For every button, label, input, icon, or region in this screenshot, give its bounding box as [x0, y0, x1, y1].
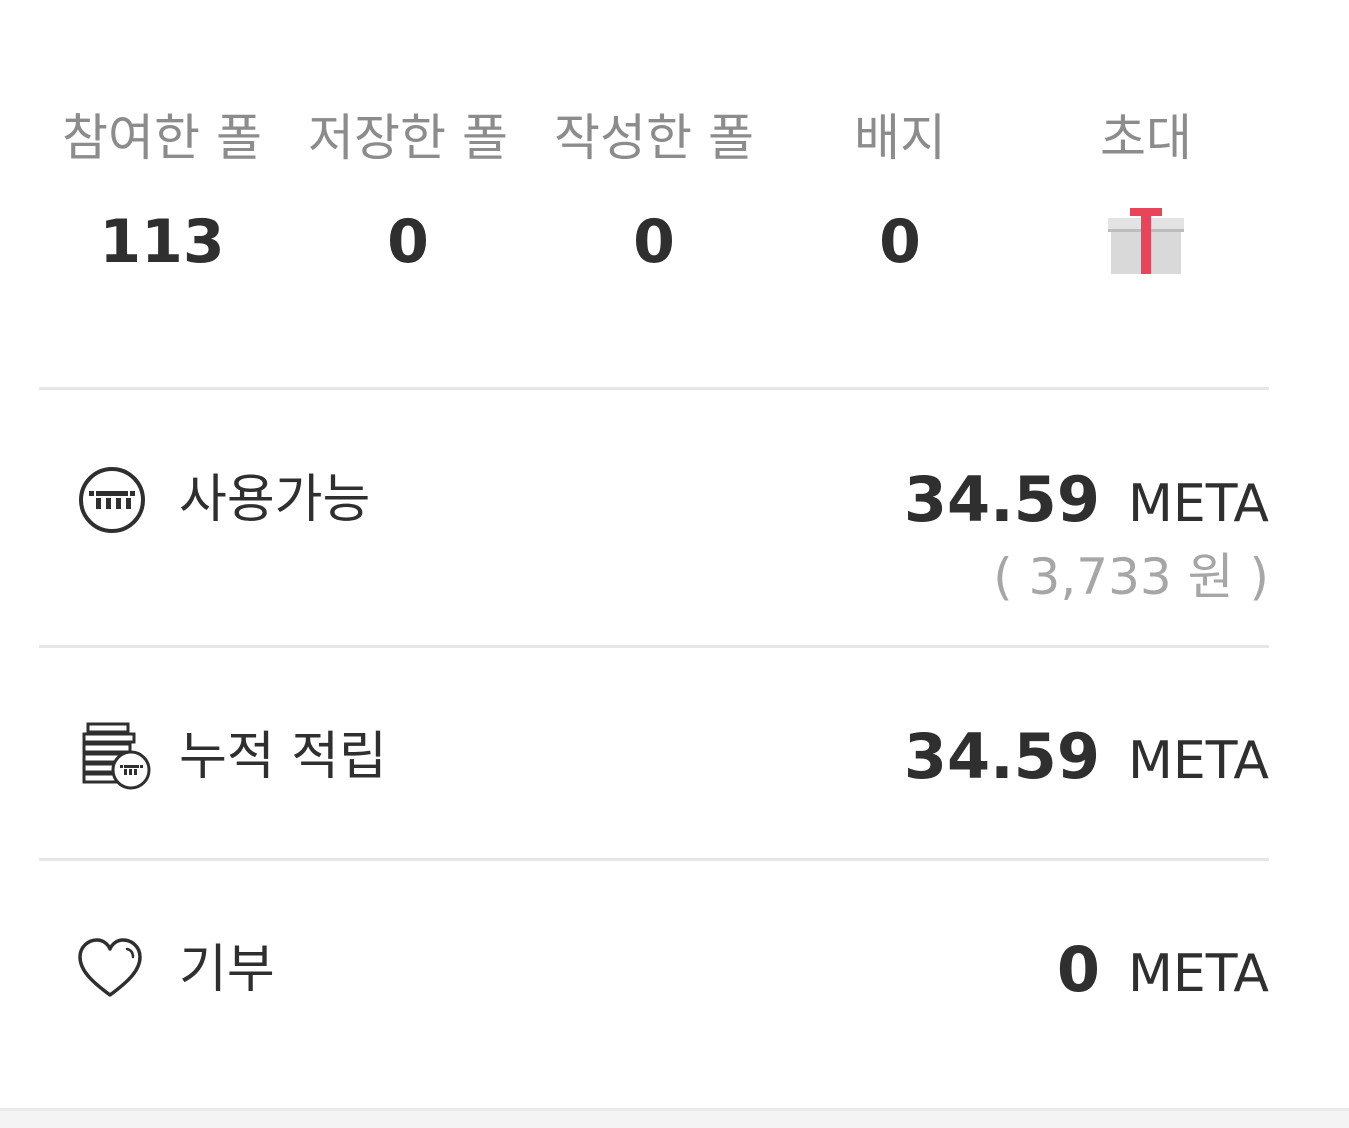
stat-saved-polls[interactable]: 저장한 폴 0 — [285, 100, 531, 280]
stats-header: 참여한 폴 113 저장한 폴 0 작성한 폴 0 배지 0 초대 — [39, 0, 1269, 390]
krw-equivalent: ( 3,733 원 ) — [993, 548, 1269, 606]
divider — [39, 645, 1269, 648]
stat-value: 0 — [387, 207, 429, 277]
available-label: 사용가능 — [179, 470, 371, 530]
amount-unit: META — [1127, 474, 1269, 534]
amount-value: 0 — [1056, 933, 1100, 1006]
accumulated-row[interactable]: 누적 적립 34.59 META — [39, 722, 1269, 802]
amount-value: 34.59 — [903, 463, 1100, 536]
divider — [39, 858, 1269, 861]
coin-stack-icon — [81, 722, 153, 796]
available-balance-row[interactable]: 사용가능 34.59 META ( 3,733 원 ) — [39, 465, 1269, 615]
wallet-profile-page: 참여한 폴 113 저장한 폴 0 작성한 폴 0 배지 0 초대 사용가능 3… — [0, 0, 1349, 1128]
donation-amount: 0 META — [1057, 935, 1269, 1021]
accumulated-label: 누적 적립 — [179, 727, 387, 787]
stat-value: 113 — [99, 207, 225, 277]
amount-value: 34.59 — [903, 720, 1100, 793]
stat-value: 0 — [633, 207, 675, 277]
donation-row[interactable]: 기부 0 META — [39, 935, 1269, 1015]
stat-label: 참여한 폴 — [62, 109, 262, 167]
stat-participated-polls[interactable]: 참여한 폴 113 — [39, 100, 285, 280]
heart-icon — [77, 937, 143, 1003]
bottom-separator — [0, 1108, 1349, 1128]
stat-badges[interactable]: 배지 0 — [777, 100, 1023, 280]
available-amount: 34.59 META — [904, 465, 1269, 551]
stat-label: 저장한 폴 — [308, 109, 508, 167]
stat-label: 작성한 폴 — [554, 109, 754, 167]
divider — [39, 387, 1269, 390]
amount-unit: META — [1127, 944, 1269, 1004]
stat-invite[interactable]: 초대 — [1023, 100, 1269, 276]
gift-icon[interactable] — [1108, 208, 1184, 276]
stat-label: 초대 — [1100, 109, 1192, 167]
stat-created-polls[interactable]: 작성한 폴 0 — [531, 100, 777, 280]
amount-unit: META — [1127, 731, 1269, 791]
stat-label: 배지 — [854, 109, 946, 167]
meta-coin-icon — [77, 465, 147, 539]
accumulated-amount: 34.59 META — [904, 722, 1269, 808]
donation-label: 기부 — [179, 940, 275, 1000]
stat-value: 0 — [879, 207, 921, 277]
